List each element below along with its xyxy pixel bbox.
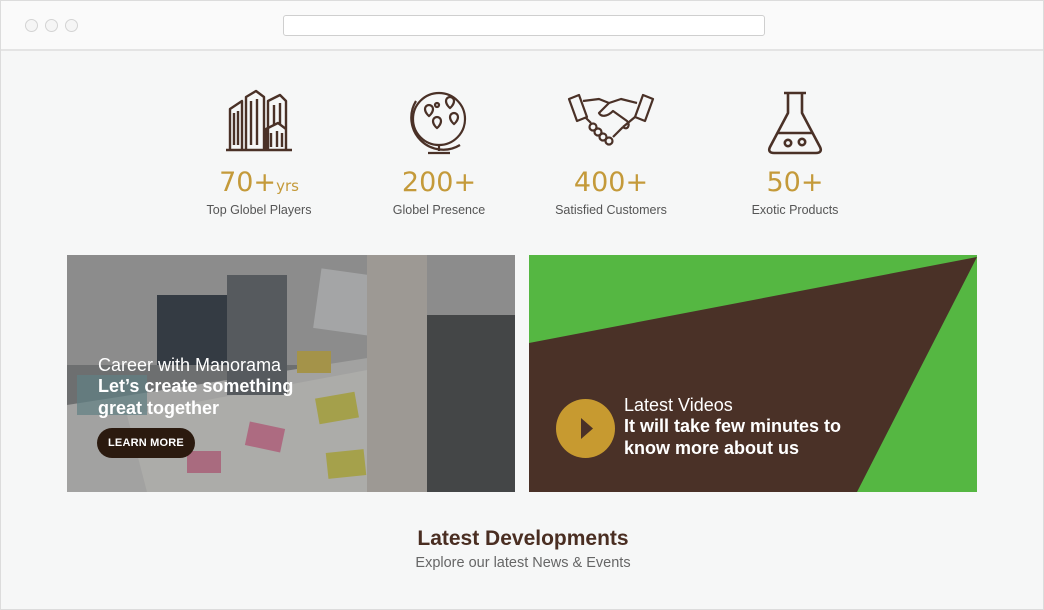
address-bar[interactable] [283,15,765,36]
flask-icon [767,91,823,155]
stat-caption: Exotic Products [751,203,839,217]
latest-videos-card[interactable]: Latest Videos It will take few minutes t… [529,255,977,492]
stat-top-players: 70+yrs Top Globel Players [174,87,344,217]
browser-toolbar [1,1,1043,51]
stat-exotic-products: 50+ Exotic Products [710,87,880,217]
window-maximize-dot[interactable] [65,19,78,32]
window-close-dot[interactable] [25,19,38,32]
videos-headline: It will take few minutes to know more ab… [624,416,842,458]
buildings-icon [226,89,292,152]
videos-caption: Latest Videos It will take few minutes t… [624,395,864,459]
window-minimize-dot[interactable] [45,19,58,32]
career-kicker: Career with Manorama [98,355,282,375]
stat-satisfied-customers: 400+ Satisfied Customers [526,87,696,217]
career-headline: Let’s create something great together [98,376,294,418]
stat-value: 200+ [401,167,477,198]
career-card[interactable]: Career with Manorama Let’s create someth… [67,255,515,492]
stat-global-presence: 200+ Globel Presence [354,87,524,217]
stat-caption: Satisfied Customers [555,203,667,217]
play-video-button[interactable] [556,399,615,458]
developments-title: Latest Developments [417,527,629,550]
videos-kicker: Latest Videos [624,395,733,415]
browser-window: 70+yrs Top Globel Players 200+ Globel Pr… [0,0,1044,610]
globe-icon [410,91,467,155]
play-icon [581,418,593,439]
stat-value: 70+yrs [219,167,299,198]
stat-caption: Globel Presence [392,203,486,217]
career-caption: Career with Manorama Let’s create someth… [98,355,328,419]
stat-caption: Top Globel Players [206,203,312,217]
developments-subtitle: Explore our latest News & Events [415,555,631,571]
learn-more-button[interactable]: LEARN MORE [97,428,195,458]
stat-value: 400+ [573,167,649,198]
handshake-icon [567,93,655,146]
stat-value: 50+ [766,167,824,198]
